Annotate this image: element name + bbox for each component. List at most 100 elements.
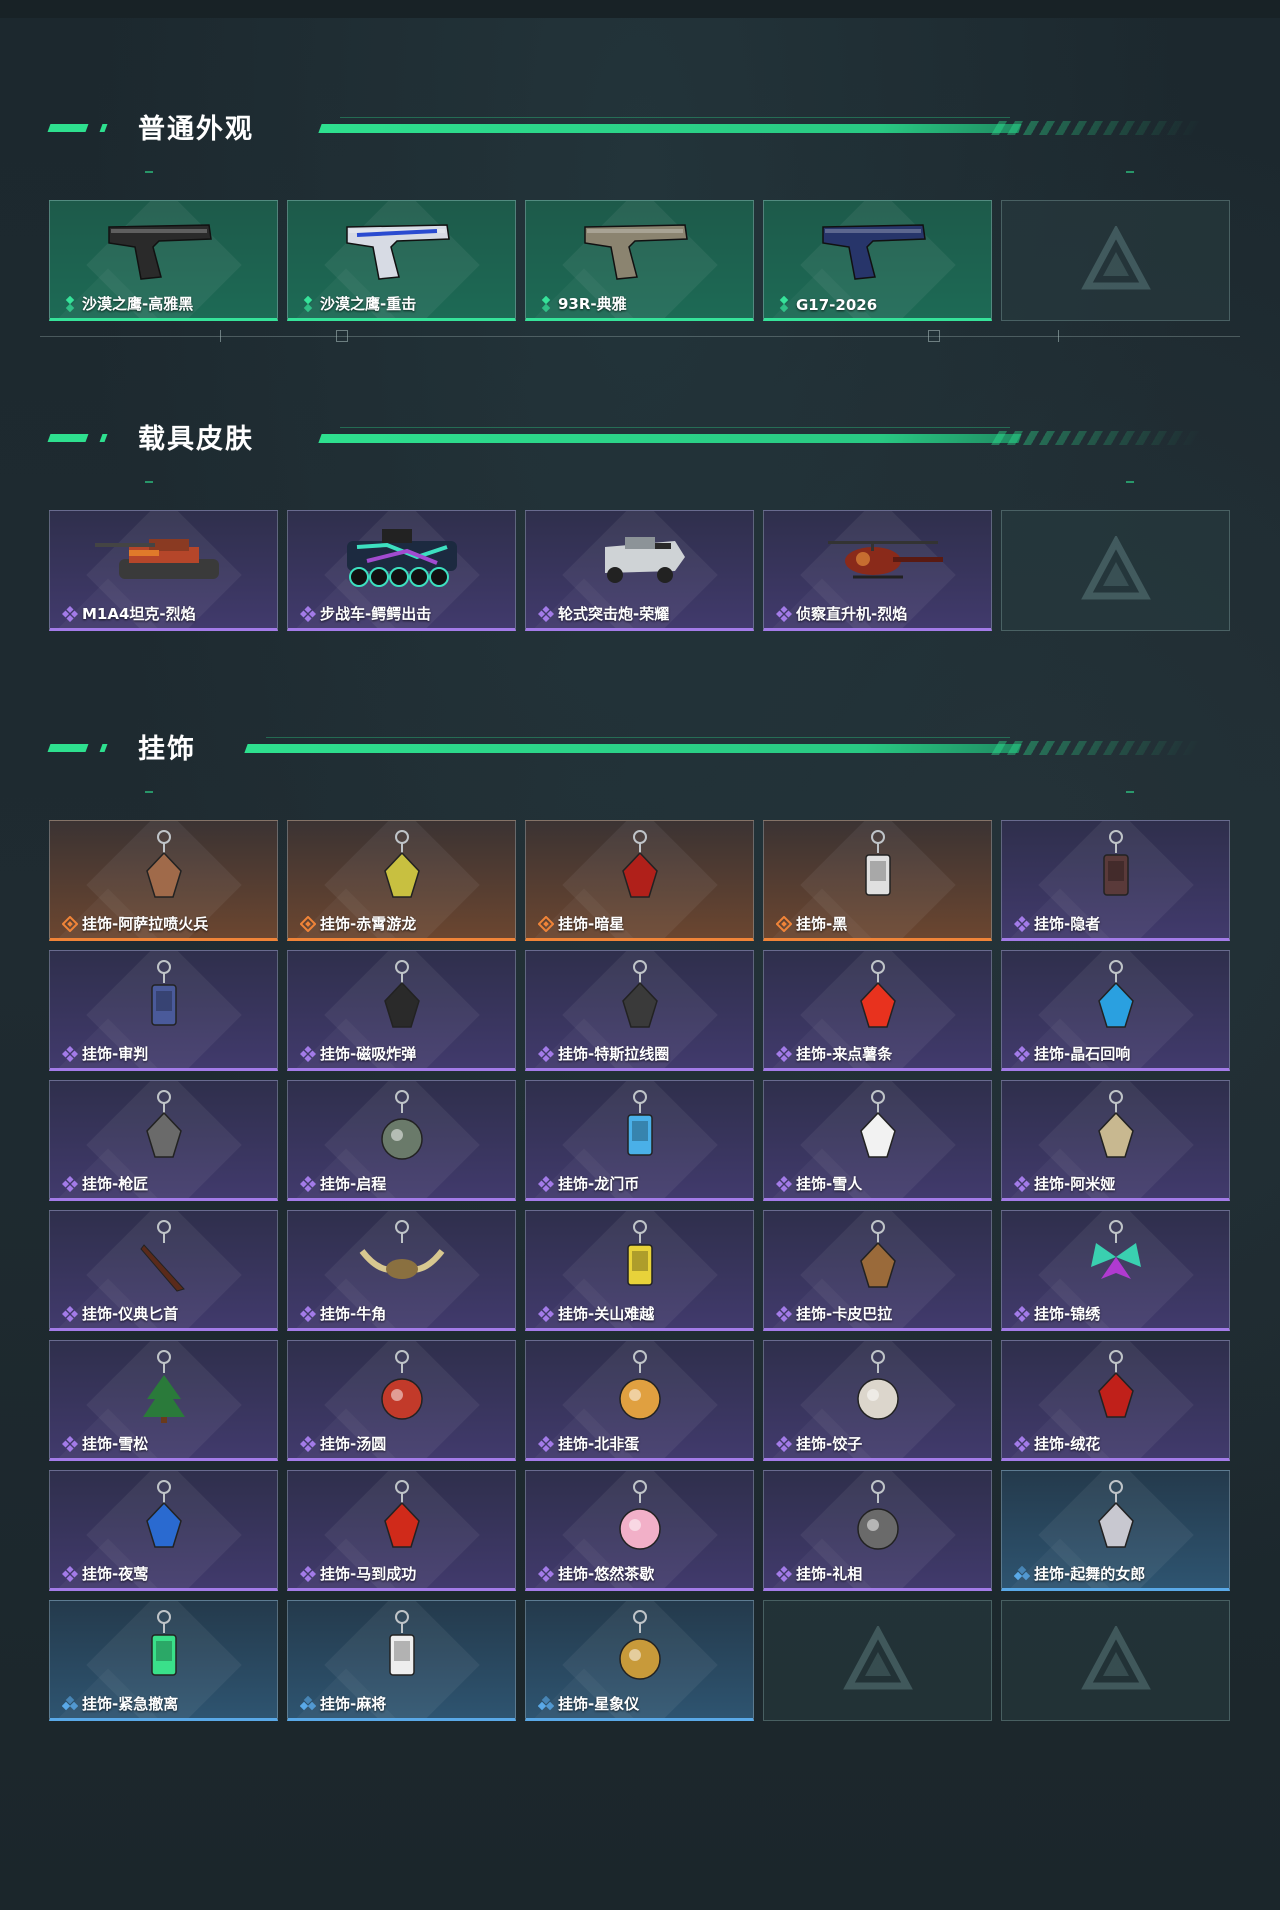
header-tick [1126, 791, 1134, 793]
wheeled-gun-icon [604, 537, 685, 583]
header-line [266, 737, 1010, 738]
purple-rarity-icon [300, 1566, 316, 1582]
item-card[interactable]: 挂饰-审判 [49, 950, 278, 1071]
item-name: 挂饰-星象仪 [558, 1695, 640, 1713]
purple-rarity-icon [300, 1046, 316, 1062]
item-card[interactable]: 挂饰-雪松 [49, 1340, 278, 1461]
charm-cupcake-icon [618, 1480, 661, 1550]
orange-rarity-icon [62, 916, 78, 932]
item-card[interactable]: 挂饰-夜莺 [49, 1470, 278, 1591]
item-name: 挂饰-饺子 [796, 1435, 863, 1453]
section-header: 挂饰 [0, 717, 1280, 793]
item-card[interactable]: 挂饰-锦绣 [1001, 1210, 1230, 1331]
charm-exit-icon [150, 1610, 177, 1676]
item-card[interactable]: 挂饰-阿米娅 [1001, 1080, 1230, 1201]
item-card[interactable]: 挂饰-特斯拉线圈 [525, 950, 754, 1071]
item-name: 挂饰-礼相 [796, 1565, 863, 1583]
item-card[interactable]: 挂饰-黑 [763, 820, 992, 941]
orange-rarity-icon [776, 916, 792, 932]
item-card[interactable]: 挂饰-星象仪 [525, 1600, 754, 1721]
header-tick [1126, 481, 1134, 483]
item-card[interactable]: 挂饰-起舞的女郎 [1001, 1470, 1230, 1591]
section-header: 载具皮肤 [0, 407, 1280, 483]
item-card[interactable]: 挂饰-饺子 [763, 1340, 992, 1461]
orange-rarity-icon [538, 916, 554, 932]
item-card[interactable]: 挂饰-赤霄游龙 [287, 820, 516, 941]
green-rarity-icon [303, 296, 313, 312]
empty-slot [1001, 1600, 1230, 1721]
item-card[interactable]: 93R-典雅 [525, 200, 754, 321]
item-card[interactable]: 挂饰-龙门币 [525, 1080, 754, 1201]
item-name: 沙漠之鹰-高雅黑 [82, 295, 194, 313]
charm-fries-icon [859, 960, 896, 1028]
pistol-white-blue-icon [345, 224, 450, 280]
green-rarity-icon [779, 296, 789, 312]
item-card[interactable]: 挂饰-隐者 [1001, 820, 1230, 941]
item-name: 挂饰-悠然茶歇 [558, 1565, 655, 1583]
purple-rarity-icon [538, 1306, 554, 1322]
empty-slot [1001, 200, 1230, 321]
item-name: 挂饰-起舞的女郎 [1034, 1565, 1146, 1583]
item-card[interactable]: 挂饰-礼相 [763, 1470, 992, 1591]
purple-rarity-icon [300, 606, 316, 622]
item-card[interactable]: 挂饰-悠然茶歇 [525, 1470, 754, 1591]
item-card[interactable]: 沙漠之鹰-重击 [287, 200, 516, 321]
tank-icon [94, 539, 219, 579]
item-card[interactable]: 挂饰-紧急撤离 [49, 1600, 278, 1721]
item-card[interactable]: 挂饰-启程 [287, 1080, 516, 1201]
item-card[interactable]: 轮式突击炮-荣耀 [525, 510, 754, 631]
item-card[interactable]: 挂饰-阿萨拉喷火兵 [49, 820, 278, 941]
blue-rarity-icon [1014, 1566, 1030, 1581]
item-card[interactable]: 挂饰-枪匠 [49, 1080, 278, 1201]
item-name: 挂饰-磁吸炸弹 [320, 1045, 417, 1063]
charm-horn-icon [359, 1220, 444, 1279]
item-name: 挂饰-紧急撤离 [82, 1695, 179, 1713]
charm-bomb-icon [383, 960, 420, 1028]
purple-rarity-icon [776, 1306, 792, 1322]
blue-rarity-icon [300, 1696, 316, 1711]
purple-rarity-icon [776, 1566, 792, 1582]
item-name: 挂饰-隐者 [1034, 915, 1101, 933]
item-name: 挂饰-特斯拉线圈 [558, 1045, 670, 1063]
section-header: 普通外观 [0, 97, 1280, 173]
charm-dagger-icon [139, 1220, 185, 1292]
item-card[interactable]: 挂饰-绒花 [1001, 1340, 1230, 1461]
item-card[interactable]: 挂饰-卡皮巴拉 [763, 1210, 992, 1331]
ifv-icon [346, 529, 457, 587]
purple-rarity-icon [538, 1046, 554, 1062]
item-card[interactable]: 挂饰-晶石回响 [1001, 950, 1230, 1071]
purple-rarity-icon [62, 1566, 78, 1582]
charm-flower-icon [1097, 1350, 1134, 1418]
charm-feather-icon [145, 1480, 182, 1548]
green-rarity-icon [541, 296, 551, 312]
item-name: 挂饰-启程 [320, 1175, 387, 1193]
item-card[interactable]: 挂饰-暗星 [525, 820, 754, 941]
charm-darkstar-icon [621, 830, 658, 898]
item-card[interactable]: 挂饰-仪典匕首 [49, 1210, 278, 1331]
item-card[interactable]: 挂饰-雪人 [763, 1080, 992, 1201]
purple-rarity-icon [1014, 1436, 1030, 1452]
purple-rarity-icon [1014, 1176, 1030, 1192]
item-card[interactable]: M1A4坦克-烈焰 [49, 510, 278, 631]
item-card[interactable]: G17-2026 [763, 200, 992, 321]
header-dash [99, 744, 108, 752]
item-card[interactable]: 沙漠之鹰-高雅黑 [49, 200, 278, 321]
item-name: 挂饰-暗星 [558, 915, 625, 933]
item-card[interactable]: 挂饰-牛角 [287, 1210, 516, 1331]
item-name: 挂饰-赤霄游龙 [320, 915, 417, 933]
item-card[interactable]: 挂饰-磁吸炸弹 [287, 950, 516, 1071]
item-card[interactable]: 步战车-鳄鳄出击 [287, 510, 516, 631]
item-name: 挂饰-审判 [82, 1045, 149, 1063]
item-card[interactable]: 挂饰-汤圆 [287, 1340, 516, 1461]
item-card[interactable]: 挂饰-来点薯条 [763, 950, 992, 1071]
purple-rarity-icon [62, 1046, 78, 1062]
charm-amiya-icon [1097, 1090, 1134, 1158]
charm-hermit-icon [1102, 830, 1129, 896]
header-checker [990, 741, 1205, 755]
item-card[interactable]: 挂饰-马到成功 [287, 1470, 516, 1591]
item-card[interactable]: 挂饰-北非蛋 [525, 1340, 754, 1461]
charm-flamer-icon [145, 830, 182, 898]
item-card[interactable]: 挂饰-关山难越 [525, 1210, 754, 1331]
item-card[interactable]: 挂饰-麻将 [287, 1600, 516, 1721]
item-card[interactable]: 侦察直升机-烈焰 [763, 510, 992, 631]
